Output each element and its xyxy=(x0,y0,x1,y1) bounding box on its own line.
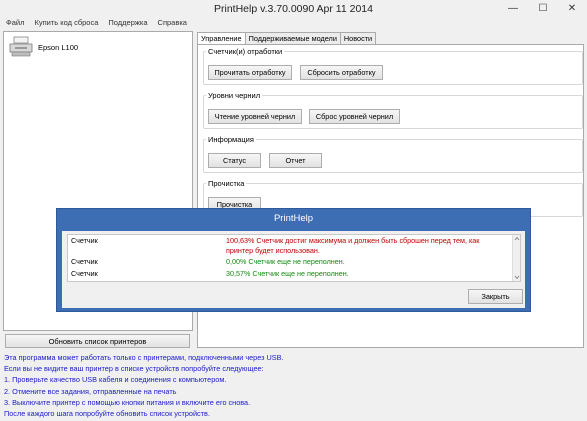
close-dialog-button[interactable]: Закрыть xyxy=(468,289,523,304)
report-button[interactable]: Отчет xyxy=(269,153,322,168)
read-ink-levels-button[interactable]: Чтение уровней чернил xyxy=(208,109,302,124)
dialog-title: PrintHelp xyxy=(273,213,314,224)
menu-buy-code[interactable]: Купить код сброса xyxy=(34,18,98,30)
help-line: После каждого шага попробуйте обновить с… xyxy=(4,409,210,419)
scroll-up-icon xyxy=(514,236,520,241)
message-text: 30,57% Счетчик еще не переполнен. xyxy=(226,269,349,278)
dialog-body: Счетчик 100,63% Счетчик достиг максимума… xyxy=(62,231,525,308)
cleaning-legend: Прочистка xyxy=(208,179,245,188)
message-text: 100,63% Счетчик достиг максимума и долже… xyxy=(226,236,480,255)
printhelp-dialog: PrintHelp Счетчик 100,63% Счетчик достиг… xyxy=(56,208,531,312)
reset-ink-levels-button[interactable]: Сброс уровней чернил xyxy=(309,109,400,124)
tab-supported-models[interactable]: Поддерживаемые модели xyxy=(244,32,341,44)
message-scrollbar[interactable] xyxy=(512,235,520,281)
help-line: 2. Отмените все задания, отправленные на… xyxy=(4,386,177,396)
help-line: 1. Проверьте качество USB кабеля и соеди… xyxy=(4,375,227,385)
help-line: Если вы не видите ваш принтер в списке у… xyxy=(4,364,264,374)
help-line: Эта программа может работать только с пр… xyxy=(4,353,284,362)
counters-legend: Счетчик(и) отработки xyxy=(208,47,283,56)
menu-support[interactable]: Поддержка xyxy=(108,18,147,30)
message-source: Счетчик xyxy=(71,236,98,245)
ink-levels-legend: Уровни чернил xyxy=(208,91,261,100)
read-counters-button[interactable]: Прочитать отработку xyxy=(208,65,292,80)
refresh-printers-button[interactable]: Обновить список принтеров xyxy=(5,334,190,348)
maximize-icon: ☐ xyxy=(538,2,548,14)
message-text: 0,00% Счетчик еще не переполнен. xyxy=(226,257,345,266)
usb-help-text: Эта программа может работать только с пр… xyxy=(4,352,284,419)
message-source: Счетчик xyxy=(71,269,98,278)
message-list[interactable]: Счетчик 100,63% Счетчик достиг максимума… xyxy=(67,234,521,282)
scroll-down-icon xyxy=(514,275,520,280)
tab-bar: Управление Поддерживаемые модели Новости xyxy=(197,32,377,45)
status-button[interactable]: Статус xyxy=(208,153,261,168)
printer-list-item[interactable]: Epson L100 xyxy=(8,35,78,59)
menu-file[interactable]: Файл xyxy=(6,18,24,30)
information-legend: Информация xyxy=(208,135,254,144)
maximize-button[interactable]: ☐ xyxy=(529,0,557,16)
close-icon: ✕ xyxy=(567,2,577,14)
message-source: Счетчик xyxy=(71,257,98,266)
minimize-icon: — xyxy=(508,2,518,14)
menu-help[interactable]: Справка xyxy=(158,18,187,30)
title-bar: PrintHelp v.3.70.0090 Apr 11 2014 — ☐ ✕ xyxy=(0,0,587,16)
help-line: 3. Выключите принтер с помощью кнопки пи… xyxy=(4,397,251,407)
minimize-button[interactable]: — xyxy=(499,0,527,16)
printer-name: Epson L100 xyxy=(38,42,79,52)
reset-counters-button[interactable]: Сбросить отработку xyxy=(300,65,383,80)
tab-news[interactable]: Новости xyxy=(339,32,377,44)
printer-icon xyxy=(8,35,34,59)
close-window-button[interactable]: ✕ xyxy=(558,0,586,16)
menu-bar: Файл Купить код сброса Поддержка Справка xyxy=(6,18,187,30)
